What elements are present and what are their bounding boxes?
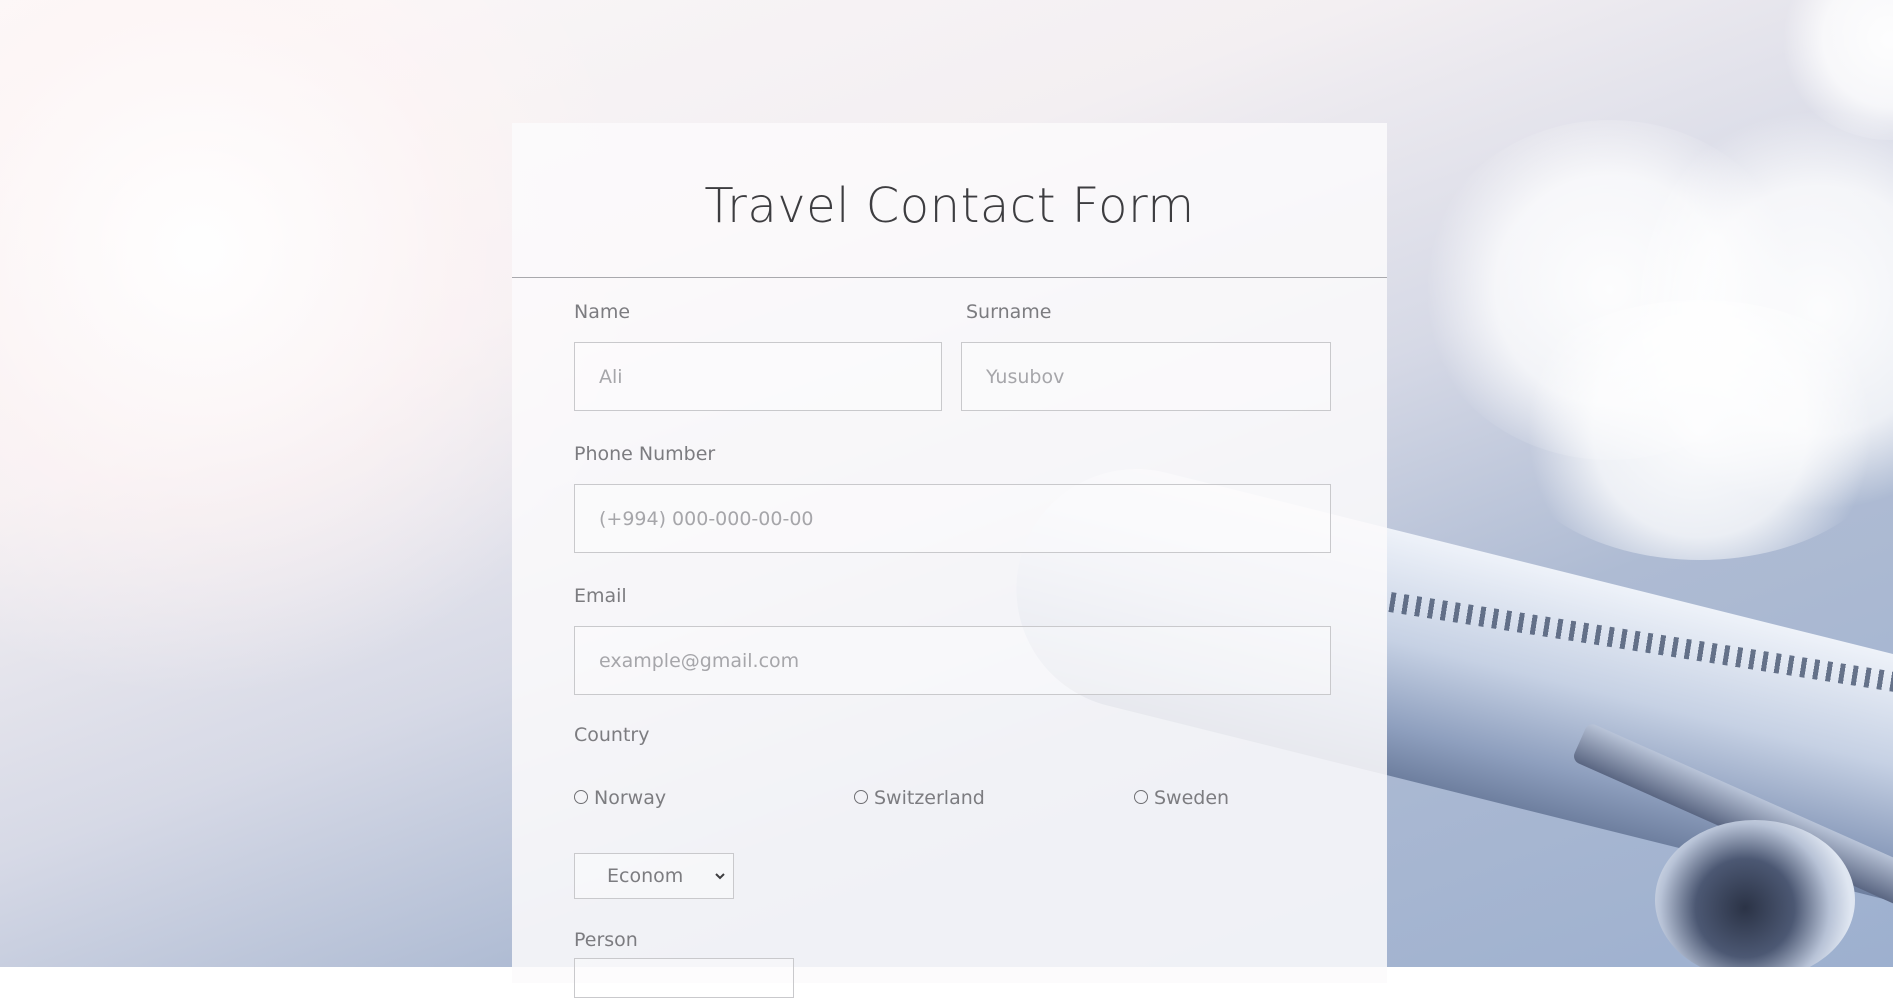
cloud xyxy=(1500,300,1893,560)
radio-sweden[interactable]: Sweden xyxy=(1134,787,1229,809)
radio-button-icon[interactable] xyxy=(574,789,588,804)
surname-input[interactable] xyxy=(961,342,1331,411)
radio-norway[interactable]: Norway xyxy=(574,787,666,809)
email-label: Email xyxy=(574,585,627,607)
airplane-engine xyxy=(1655,820,1855,967)
country-label: Country xyxy=(574,724,650,746)
class-select[interactable]: Econom xyxy=(574,853,734,899)
contact-form-card: Travel Contact Form Name Surname Phone N… xyxy=(512,123,1387,998)
radio-label-norway: Norway xyxy=(594,787,667,809)
person-input[interactable] xyxy=(574,958,794,998)
person-label: Person xyxy=(574,929,638,951)
name-label: Name xyxy=(574,301,631,323)
chevron-down-icon xyxy=(715,873,725,880)
radio-button-icon[interactable] xyxy=(1134,789,1148,804)
phone-input[interactable] xyxy=(574,484,1331,553)
radio-switzerland[interactable]: Switzerland xyxy=(854,787,985,809)
phone-label: Phone Number xyxy=(574,443,716,465)
surname-label: Surname xyxy=(966,301,1052,323)
class-select-value: Econom xyxy=(607,865,684,887)
name-input[interactable] xyxy=(574,342,942,411)
form-title: Travel Contact Form xyxy=(704,178,1195,234)
email-input[interactable] xyxy=(574,626,1331,695)
radio-label-sweden: Sweden xyxy=(1154,787,1230,809)
form-header: Travel Contact Form xyxy=(512,123,1387,278)
radio-label-switzerland: Switzerland xyxy=(874,787,985,809)
radio-button-icon[interactable] xyxy=(854,789,868,804)
